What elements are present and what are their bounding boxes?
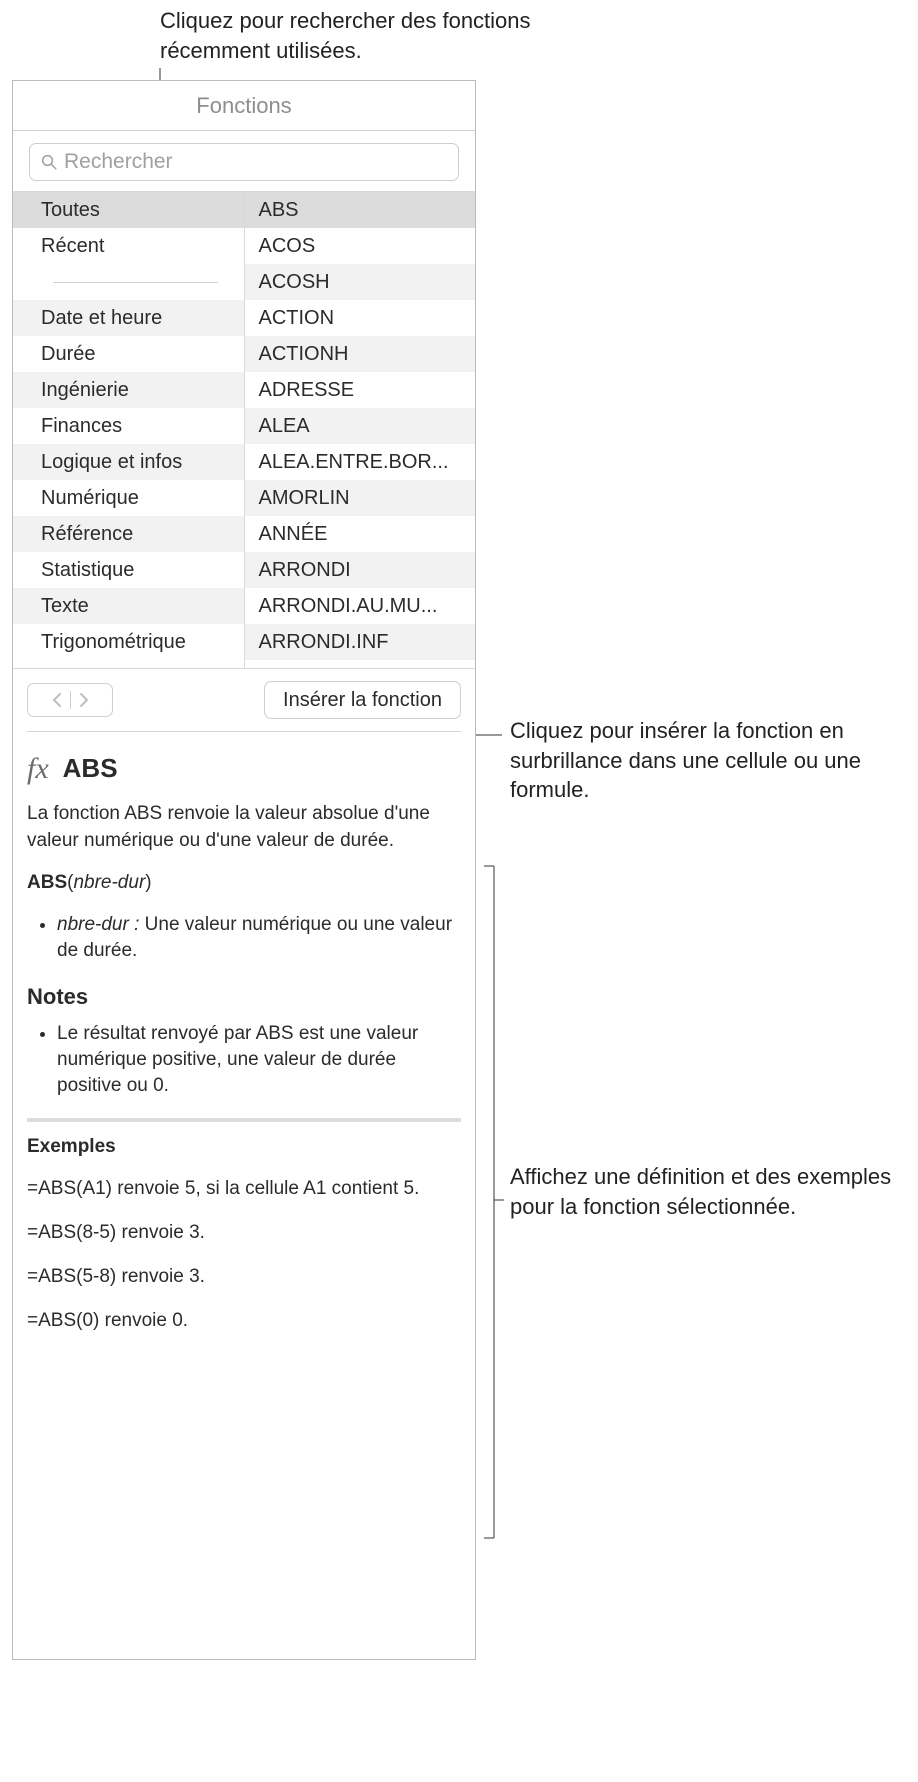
function-abs[interactable]: ABS: [245, 192, 476, 228]
notes-heading: Notes: [27, 982, 461, 1012]
doc-divider: [27, 731, 461, 732]
history-nav: [27, 683, 113, 717]
panel-title: Fonctions: [13, 81, 475, 131]
category-duree[interactable]: Durée: [13, 336, 244, 372]
doc-summary: La fonction ABS renvoie la valeur absolu…: [27, 801, 461, 853]
search-input[interactable]: Rechercher: [29, 143, 459, 181]
chevron-right-icon: [77, 692, 91, 708]
doc-args-list: nbre-dur : Une valeur numérique ou une v…: [27, 912, 461, 964]
example-1: =ABS(A1) renvoie 5, si la cellule A1 con…: [27, 1176, 461, 1202]
function-arrondi-inf[interactable]: ARRONDI.INF: [245, 624, 476, 660]
notes-list: Le résultat renvoyé par ABS est une vale…: [27, 1021, 461, 1100]
function-action[interactable]: ACTION: [245, 300, 476, 336]
category-logique-infos[interactable]: Logique et infos: [13, 444, 244, 480]
nav-back-button[interactable]: [50, 692, 64, 708]
category-recent[interactable]: Récent: [13, 228, 244, 264]
category-reference[interactable]: Référence: [13, 516, 244, 552]
example-4: =ABS(0) renvoie 0.: [27, 1308, 461, 1334]
nav-forward-button[interactable]: [77, 692, 91, 708]
function-actionh[interactable]: ACTIONH: [245, 336, 476, 372]
example-3: =ABS(5-8) renvoie 3.: [27, 1264, 461, 1290]
function-annee[interactable]: ANNÉE: [245, 516, 476, 552]
search-placeholder: Rechercher: [64, 150, 173, 174]
examples-heading: Exemples: [27, 1134, 461, 1160]
category-numerique[interactable]: Numérique: [13, 480, 244, 516]
nav-row: Insérer la fonction: [13, 669, 475, 731]
function-amorlin[interactable]: AMORLIN: [245, 480, 476, 516]
category-column[interactable]: Toutes Récent Date et heure Durée Ingéni…: [13, 192, 245, 668]
callout-recent: Cliquez pour rechercher des fonctions ré…: [160, 6, 580, 65]
doc-syntax: ABS(nbre-dur): [27, 870, 461, 896]
search-wrap: Rechercher: [13, 131, 475, 191]
function-alea[interactable]: ALEA: [245, 408, 476, 444]
category-toutes[interactable]: Toutes: [13, 192, 244, 228]
nav-separator: [70, 691, 71, 709]
search-icon: [40, 153, 58, 171]
fx-icon: fx: [27, 748, 49, 789]
category-texte[interactable]: Texte: [13, 588, 244, 624]
chevron-left-icon: [50, 692, 64, 708]
function-alea-entre-bor[interactable]: ALEA.ENTRE.BOR...: [245, 444, 476, 480]
category-trigonometrique[interactable]: Trigonométrique: [13, 624, 244, 660]
browser-columns: Toutes Récent Date et heure Durée Ingéni…: [13, 191, 475, 669]
function-doc: fx ABS La fonction ABS renvoie la valeur…: [13, 740, 475, 1367]
callout-definition: Affichez une définition et des exemples …: [510, 1162, 910, 1221]
functions-panel: Fonctions Rechercher Toutes Récent Date …: [12, 80, 476, 1660]
example-2: =ABS(8-5) renvoie 3.: [27, 1220, 461, 1246]
callout-insert: Cliquez pour insérer la fonction en surb…: [510, 716, 910, 805]
examples-divider: [27, 1118, 461, 1122]
function-acos[interactable]: ACOS: [245, 228, 476, 264]
function-acosh[interactable]: ACOSH: [245, 264, 476, 300]
category-finances[interactable]: Finances: [13, 408, 244, 444]
category-spacer: [13, 264, 244, 300]
insert-function-button[interactable]: Insérer la fonction: [264, 681, 461, 719]
category-ingenierie[interactable]: Ingénierie: [13, 372, 244, 408]
note-item: Le résultat renvoyé par ABS est une vale…: [57, 1021, 461, 1100]
category-statistique[interactable]: Statistique: [13, 552, 244, 588]
function-arrondi-au-mu[interactable]: ARRONDI.AU.MU...: [245, 588, 476, 624]
function-arrondi[interactable]: ARRONDI: [245, 552, 476, 588]
doc-function-name: ABS: [63, 751, 118, 787]
function-adresse[interactable]: ADRESSE: [245, 372, 476, 408]
function-column[interactable]: ABS ACOS ACOSH ACTION ACTIONH ADRESSE AL…: [245, 192, 476, 668]
category-date-heure[interactable]: Date et heure: [13, 300, 244, 336]
doc-arg-item: nbre-dur : Une valeur numérique ou une v…: [57, 912, 461, 964]
